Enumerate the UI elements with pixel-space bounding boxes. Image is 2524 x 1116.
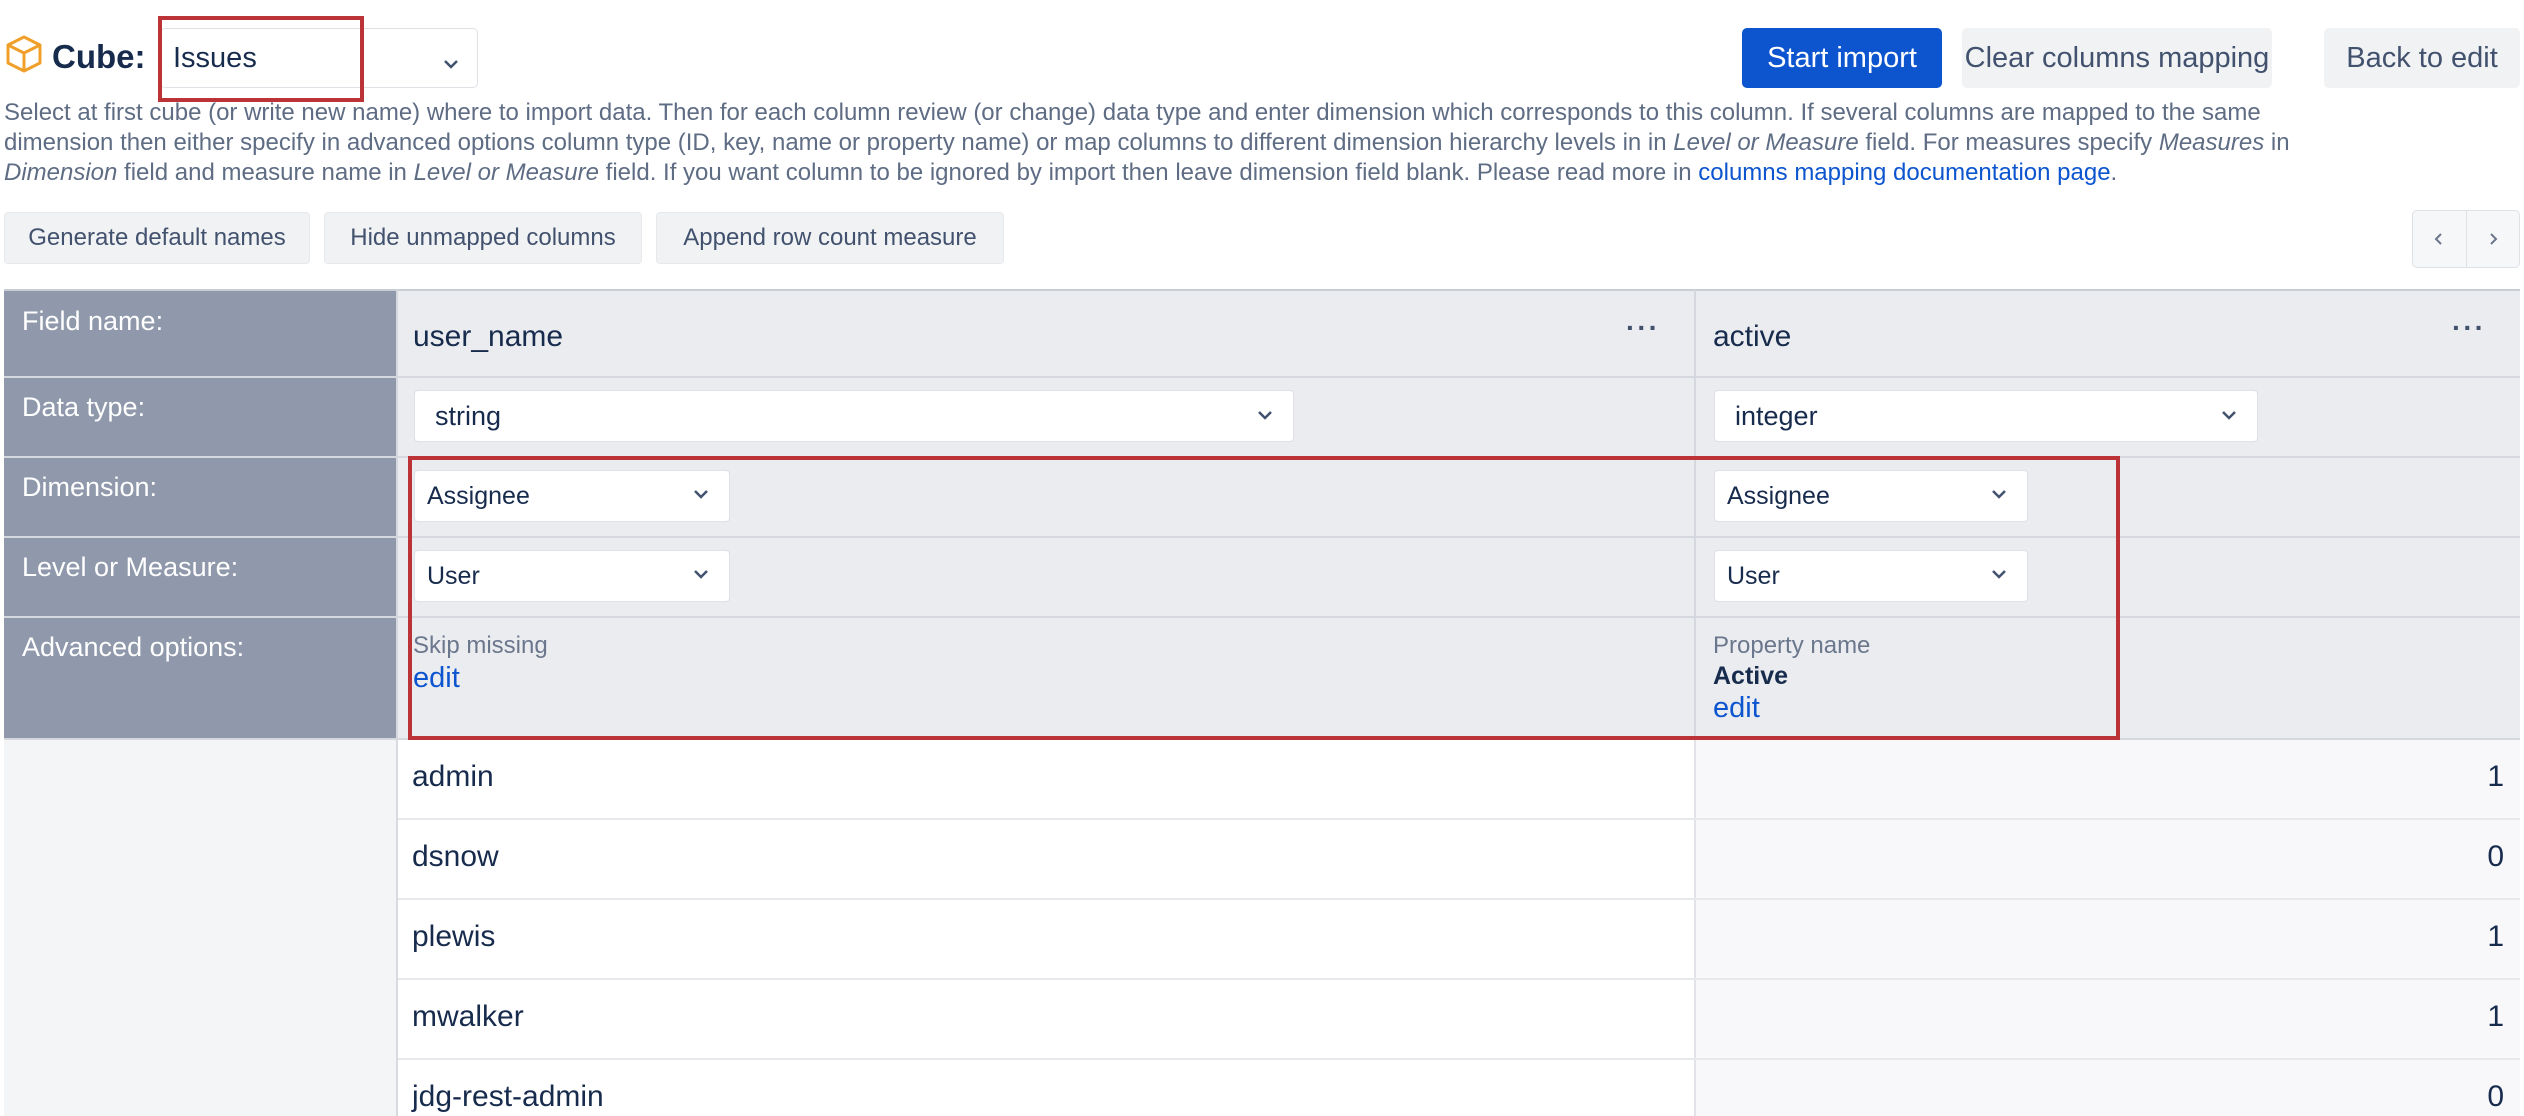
column-pager [2412, 210, 2520, 268]
append-row-count-measure-button[interactable]: Append row count measure [656, 212, 1004, 264]
level-or-measure-label: Level or Measure: [22, 552, 239, 582]
import-description: Select at first cube (or write new name)… [4, 98, 2514, 188]
table-cell [1694, 900, 2520, 978]
column-menu-icon[interactable]: ··· [2452, 312, 2486, 344]
description-text: dimension then either specify in advance… [4, 129, 1674, 156]
table-cell-user-name: dsnow [412, 840, 499, 873]
table-top-border [4, 289, 2520, 291]
description-italic: Dimension [4, 159, 118, 186]
table-cell [1694, 1060, 2520, 1116]
table-cell-user-name: mwalker [412, 1000, 524, 1033]
description-text: field and measure name in [117, 159, 414, 186]
previous-page-button[interactable] [2413, 211, 2467, 267]
cube-highlight-annotation [158, 16, 364, 102]
table-cell-active: 1 [2487, 760, 2504, 793]
table-cell-active: 1 [2487, 920, 2504, 953]
row-labels-column-empty [4, 738, 398, 1116]
data-type-label: Data type: [22, 392, 146, 422]
chevron-down-icon [441, 49, 461, 82]
table-cell [1694, 740, 2520, 818]
column-field-name: active [1713, 320, 1792, 353]
advanced-options-label: Advanced options: [22, 632, 245, 662]
column-menu-icon[interactable]: ··· [1626, 312, 1660, 344]
description-italic: Level or Measure [413, 159, 599, 186]
table-row: plewis 1 [398, 900, 2520, 980]
field-name-label: Field name: [22, 306, 164, 336]
table-cell [1694, 820, 2520, 898]
dimension-label: Dimension: [22, 472, 158, 502]
table-cell-active: 0 [2487, 1080, 2504, 1113]
row-divider [4, 376, 2520, 378]
table-cell [1694, 980, 2520, 1058]
table-row: mwalker 1 [398, 980, 2520, 1060]
clear-columns-mapping-button[interactable]: Clear columns mapping [1962, 28, 2272, 88]
mapping-highlight-annotation [408, 456, 2120, 740]
next-page-button[interactable] [2467, 211, 2520, 267]
description-text: . [2110, 159, 2118, 186]
table-cell-active: 0 [2487, 840, 2504, 873]
chevron-left-icon [2434, 233, 2442, 245]
generate-default-names-button[interactable]: Generate default names [4, 212, 310, 264]
column-divider [396, 290, 398, 738]
description-text: in [2264, 129, 2290, 156]
table-row: admin 1 [398, 740, 2520, 820]
documentation-link[interactable]: columns mapping documentation page [1698, 159, 2110, 186]
chevron-down-icon [2219, 401, 2239, 432]
column-field-name: user_name [413, 320, 564, 353]
data-type-value: string [435, 400, 502, 431]
table-cell-user-name: jdg-rest-admin [412, 1080, 604, 1113]
table-cell-user-name: admin [412, 760, 494, 793]
data-type-select[interactable]: string [414, 390, 1294, 442]
cube-label: Cube: [52, 38, 146, 75]
description-text: field. If you want column to be ignored … [599, 159, 1699, 186]
data-type-value: integer [1735, 400, 1818, 431]
description-text: Select at first cube (or write new name)… [4, 99, 2261, 126]
cube-icon [4, 34, 44, 74]
data-type-select[interactable]: integer [1714, 390, 2258, 442]
chevron-down-icon [1255, 401, 1275, 432]
description-italic: Level or Measure [1673, 129, 1859, 156]
table-row: dsnow 0 [398, 820, 2520, 900]
table-row: jdg-rest-admin 0 [398, 1060, 2520, 1116]
back-to-edit-button[interactable]: Back to edit [2324, 28, 2520, 88]
description-italic: Measures [2158, 129, 2265, 156]
hide-unmapped-columns-button[interactable]: Hide unmapped columns [324, 212, 642, 264]
table-cell-user-name: plewis [412, 920, 496, 953]
table-cell-active: 1 [2487, 1000, 2504, 1033]
row-labels-column [4, 290, 398, 738]
start-import-button[interactable]: Start import [1742, 28, 1942, 88]
description-text: field. For measures specify [1858, 129, 2159, 156]
chevron-right-icon [2490, 233, 2498, 245]
